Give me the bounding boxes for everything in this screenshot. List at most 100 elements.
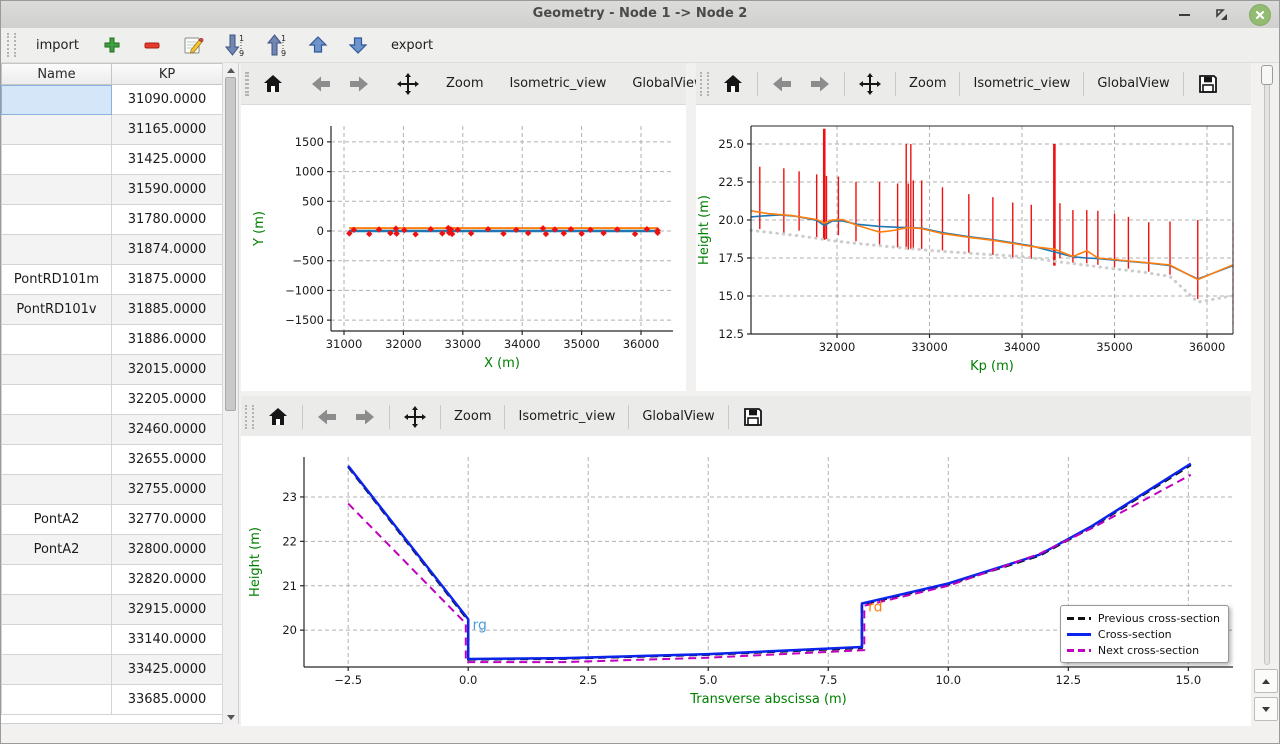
kp-cell[interactable]: 31885.0000 <box>112 295 223 325</box>
kp-cell[interactable]: 32460.0000 <box>112 415 223 445</box>
table-row[interactable]: PontA232800.0000 <box>1 535 223 565</box>
kp-cell[interactable]: 31886.0000 <box>112 325 223 355</box>
isometric-view-button[interactable]: Isometric_view <box>502 72 613 95</box>
table-row[interactable]: 31590.0000 <box>1 175 223 205</box>
table-row[interactable]: PontRD101v31885.0000 <box>1 295 223 325</box>
minimize-button[interactable] <box>1173 4 1195 26</box>
plot-toolbar-grip[interactable] <box>245 72 249 96</box>
zoom-button[interactable]: Zoom <box>902 72 953 95</box>
name-cell[interactable] <box>1 85 112 115</box>
table-row[interactable]: 31425.0000 <box>1 145 223 175</box>
plot-toolbar-grip[interactable] <box>245 405 254 429</box>
name-cell[interactable]: PontA2 <box>1 505 112 535</box>
home-button[interactable] <box>255 69 291 98</box>
back-button[interactable] <box>303 71 339 97</box>
kp-cell[interactable]: 33425.0000 <box>112 655 223 685</box>
table-row[interactable]: PontRD101m31875.0000 <box>1 265 223 295</box>
table-row[interactable]: 32820.0000 <box>1 565 223 595</box>
name-cell[interactable] <box>1 565 112 595</box>
kp-cell[interactable]: 32205.0000 <box>112 385 223 415</box>
name-cell[interactable] <box>1 595 112 625</box>
pan-button[interactable] <box>396 401 434 433</box>
column-header-kp[interactable]: KP <box>112 63 223 85</box>
table-row[interactable]: 31780.0000 <box>1 205 223 235</box>
toolbar-grip[interactable] <box>7 33 16 57</box>
table-row[interactable]: 31874.0000 <box>1 235 223 265</box>
profile-view-chart[interactable]: 320003300034000350003600012.515.017.520.… <box>696 105 1251 391</box>
table-row[interactable]: 32915.0000 <box>1 595 223 625</box>
kp-cell[interactable]: 31875.0000 <box>112 265 223 295</box>
name-cell[interactable] <box>1 355 112 385</box>
zoom-button[interactable]: Zoom <box>439 72 490 95</box>
kp-cell[interactable]: 31780.0000 <box>112 205 223 235</box>
table-row[interactable]: 33685.0000 <box>1 685 223 715</box>
back-button[interactable] <box>309 404 345 430</box>
kp-cell[interactable]: 32015.0000 <box>112 355 223 385</box>
isometric-view-button[interactable]: Isometric_view <box>966 72 1077 95</box>
scroll-up-button[interactable] <box>223 63 238 77</box>
forward-button[interactable] <box>802 71 838 97</box>
name-cell[interactable] <box>1 685 112 715</box>
table-row[interactable]: 32015.0000 <box>1 355 223 385</box>
save-figure-button[interactable] <box>735 402 771 432</box>
pan-button[interactable] <box>389 68 427 100</box>
name-cell[interactable] <box>1 115 112 145</box>
right-scrollbar-thumb[interactable] <box>1261 65 1273 85</box>
name-cell[interactable] <box>1 205 112 235</box>
forward-button[interactable] <box>341 71 377 97</box>
kp-cell[interactable]: 31425.0000 <box>112 145 223 175</box>
right-scrollbar-track[interactable] <box>1264 65 1270 665</box>
move-up-button[interactable] <box>301 32 335 58</box>
table-row[interactable]: 31165.0000 <box>1 115 223 145</box>
name-cell[interactable]: PontRD101m <box>1 265 112 295</box>
kp-cell[interactable]: 32820.0000 <box>112 565 223 595</box>
kp-cell[interactable]: 31090.0000 <box>112 85 223 115</box>
kp-cell[interactable]: 32915.0000 <box>112 595 223 625</box>
export-button[interactable]: export <box>381 33 443 58</box>
name-cell[interactable]: PontA2 <box>1 535 112 565</box>
pan-button[interactable] <box>851 68 889 100</box>
kp-cell[interactable]: 33685.0000 <box>112 685 223 715</box>
rail-down-button[interactable] <box>1254 697 1278 721</box>
name-cell[interactable] <box>1 385 112 415</box>
name-cell[interactable] <box>1 235 112 265</box>
name-cell[interactable] <box>1 625 112 655</box>
rail-up-button[interactable] <box>1254 669 1278 693</box>
table-row[interactable]: 32205.0000 <box>1 385 223 415</box>
globalview-button[interactable]: GlobalView <box>1090 72 1176 95</box>
name-cell[interactable] <box>1 475 112 505</box>
add-row-button[interactable] <box>95 32 129 58</box>
forward-button[interactable] <box>347 404 383 430</box>
move-down-button[interactable] <box>341 32 375 58</box>
name-cell[interactable] <box>1 145 112 175</box>
table-row[interactable]: 31090.0000 <box>1 85 223 115</box>
table-row[interactable]: 31886.0000 <box>1 325 223 355</box>
table-scrollbar[interactable] <box>222 63 238 724</box>
name-cell[interactable]: PontRD101v <box>1 295 112 325</box>
table-scrollbar-thumb[interactable] <box>225 77 236 411</box>
cross-section-chart[interactable]: rgrd−2.50.02.55.07.510.012.515.020212223… <box>241 436 1251 726</box>
home-button[interactable] <box>715 69 751 98</box>
sort-descending-button[interactable]: 1 9 <box>217 30 253 60</box>
scroll-down-button[interactable] <box>223 710 238 724</box>
table-row[interactable]: 32655.0000 <box>1 445 223 475</box>
kp-cell[interactable]: 33140.0000 <box>112 625 223 655</box>
close-button[interactable] <box>1249 4 1271 26</box>
kp-cell[interactable]: 32655.0000 <box>112 445 223 475</box>
globalview-button[interactable]: GlobalView <box>635 405 721 428</box>
home-button[interactable] <box>260 402 296 431</box>
kp-cell[interactable]: 32800.0000 <box>112 535 223 565</box>
back-button[interactable] <box>764 71 800 97</box>
kp-cell[interactable]: 31165.0000 <box>112 115 223 145</box>
name-cell[interactable] <box>1 175 112 205</box>
restore-button[interactable] <box>1211 4 1233 26</box>
save-figure-button[interactable] <box>1190 69 1226 99</box>
edit-row-button[interactable] <box>175 31 211 59</box>
name-cell[interactable] <box>1 415 112 445</box>
import-button[interactable]: import <box>26 33 89 58</box>
isometric-view-button[interactable]: Isometric_view <box>511 405 622 428</box>
name-cell[interactable] <box>1 445 112 475</box>
kp-cell[interactable]: 32755.0000 <box>112 475 223 505</box>
kp-cell[interactable]: 32770.0000 <box>112 505 223 535</box>
column-header-name[interactable]: Name <box>1 63 112 85</box>
